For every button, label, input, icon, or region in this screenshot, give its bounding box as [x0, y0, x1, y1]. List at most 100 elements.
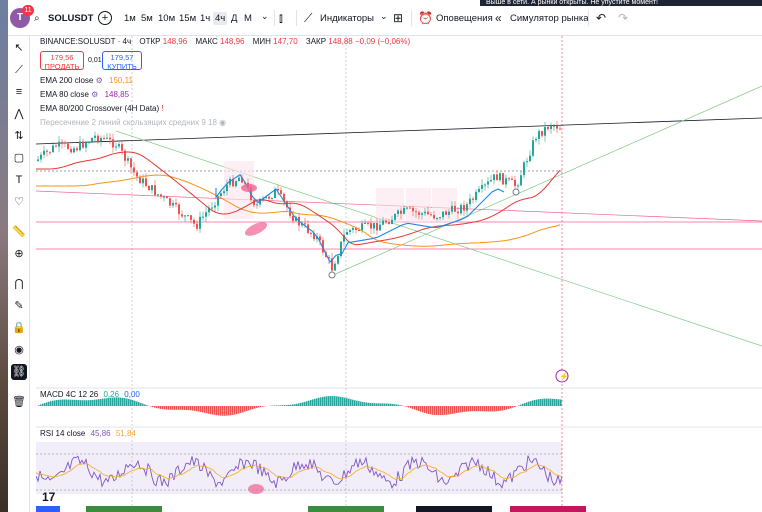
timeframe-4h[interactable]: 4ч: [213, 12, 228, 25]
macd-bar: [414, 406, 416, 410]
zoom-in-icon[interactable]: ⊕: [11, 246, 27, 262]
settings-icon[interactable]: ⚙: [96, 76, 103, 85]
macd-bar: [438, 406, 440, 416]
timeframe-day[interactable]: Д: [231, 13, 237, 24]
stay-drawing-icon[interactable]: ✎: [11, 298, 27, 314]
timeframe-15m[interactable]: 15м: [179, 13, 196, 24]
macd-bar: [494, 406, 496, 412]
candle-body: [397, 210, 399, 214]
macd-bar: [96, 399, 98, 406]
pattern-icon[interactable]: ⋀: [11, 106, 27, 122]
macd-bar: [184, 406, 186, 410]
candle-body: [142, 178, 144, 184]
macd-bar: [366, 402, 368, 406]
indicators-icon[interactable]: ⟋: [304, 11, 312, 26]
eye-icon[interactable]: ◉: [219, 118, 226, 127]
cursor-icon[interactable]: ↖: [11, 40, 27, 56]
indicator-crossover[interactable]: EMA 80/200 Crossover (4H Data) !: [40, 104, 164, 113]
ruler-icon[interactable]: 📏: [11, 224, 27, 240]
replay-button[interactable]: Симулятор рынка: [510, 13, 589, 24]
macd-bar: [248, 406, 250, 411]
settings-icon[interactable]: ⚙: [91, 90, 98, 99]
timeframe-5m[interactable]: 5м: [141, 13, 153, 24]
legend-symbol[interactable]: BINANCE:SOLUSDT · 4ч: [40, 37, 131, 46]
taskbar-item: [416, 506, 492, 512]
candle-body: [469, 198, 471, 205]
undo-icon[interactable]: ↶: [596, 11, 606, 25]
macd-bar: [308, 400, 310, 406]
macd-bar: [230, 406, 232, 416]
replay-icon[interactable]: «: [495, 11, 502, 25]
macd-bar: [274, 405, 276, 406]
sell-button[interactable]: 179,56 ПРОДАТЬ: [40, 51, 84, 71]
chevron-down-icon[interactable]: ⌄: [261, 11, 269, 22]
chevron-down-icon[interactable]: ⌄: [380, 11, 388, 22]
macd-bar: [382, 403, 384, 406]
macd-bar: [240, 406, 242, 413]
macd-bar: [44, 402, 46, 406]
macd-bar: [128, 398, 130, 406]
candle-type-icon[interactable]: ⫾: [279, 11, 283, 26]
fib-icon[interactable]: ≡: [11, 84, 27, 100]
timeframe-10m[interactable]: 10м: [158, 13, 175, 24]
macd-bar: [346, 398, 348, 406]
eye-icon[interactable]: ◉: [11, 342, 27, 358]
low-value: 147,70: [273, 37, 298, 46]
link-icon[interactable]: ⛓: [11, 364, 27, 380]
indicator-ema200[interactable]: EMA 200 close ⚙ 150,11: [40, 76, 133, 85]
timeframe-1h[interactable]: 1ч: [200, 13, 210, 24]
timeframe-1m[interactable]: 1м: [124, 13, 136, 24]
candle-body: [334, 263, 336, 271]
macd-bar: [468, 406, 470, 412]
candle-body: [523, 162, 525, 176]
indicator-ma-cross[interactable]: Пересечение 2 линий скользящих средних 9…: [40, 118, 226, 127]
indicator-ema80[interactable]: EMA 80 close ⚙ 148,85: [40, 90, 129, 99]
candle-body: [346, 231, 348, 235]
macd-bar: [480, 406, 482, 412]
alerts-button[interactable]: Оповещения: [436, 13, 493, 24]
macd-bar: [132, 400, 134, 406]
magnet-icon[interactable]: ⋂: [11, 276, 27, 292]
layouts-icon[interactable]: ⊞: [393, 11, 403, 25]
timeframe-month[interactable]: М: [244, 13, 252, 24]
rsi-legend[interactable]: RSI 14 close 45,86 51,84: [40, 429, 136, 438]
svg-text:⚡: ⚡: [559, 371, 569, 381]
candle-body: [550, 126, 552, 130]
candle-body: [463, 204, 465, 211]
candle-body: [478, 188, 480, 192]
candle-body: [445, 211, 447, 215]
warning-icon: !: [161, 104, 164, 113]
macd-bar: [60, 399, 62, 406]
lock-icon[interactable]: 🔒: [11, 320, 27, 336]
text-icon[interactable]: T: [11, 172, 27, 188]
trash-icon[interactable]: 🗑: [11, 394, 27, 410]
symbol-selector[interactable]: SOLUSDT: [48, 13, 93, 24]
macd-bar: [252, 406, 254, 410]
compare-symbol-button[interactable]: +: [98, 11, 112, 25]
redo-icon[interactable]: ↷: [618, 11, 628, 25]
alert-icon[interactable]: ⏰: [418, 11, 433, 25]
candle-body: [181, 214, 183, 217]
candle-body: [418, 212, 420, 215]
macd-bar: [316, 398, 318, 406]
forecast-icon[interactable]: ⇅: [11, 128, 27, 144]
buy-button[interactable]: 179,57 КУПИТЬ: [102, 51, 142, 71]
search-icon[interactable]: ⌕: [34, 13, 40, 24]
indicators-button[interactable]: Индикаторы: [320, 13, 374, 24]
candle-body: [133, 167, 135, 173]
shapes-icon[interactable]: ▢: [11, 150, 27, 166]
macd-legend[interactable]: MACD 4C 12 26 0,26 0,00: [40, 390, 140, 399]
candle-body: [223, 191, 225, 194]
macd-bar: [288, 404, 290, 406]
macd-bar: [68, 399, 70, 406]
candle-body: [67, 143, 69, 149]
macd-bar: [550, 398, 552, 406]
candle-body: [496, 174, 498, 181]
buy-price: 179,57: [110, 53, 134, 62]
macd-bar: [556, 399, 558, 406]
favorites-icon[interactable]: ♡: [11, 194, 27, 210]
macd-bar: [244, 406, 246, 412]
candle-body: [37, 159, 39, 161]
candle-body: [493, 174, 495, 180]
trend-line-icon[interactable]: ⟋: [11, 62, 27, 78]
